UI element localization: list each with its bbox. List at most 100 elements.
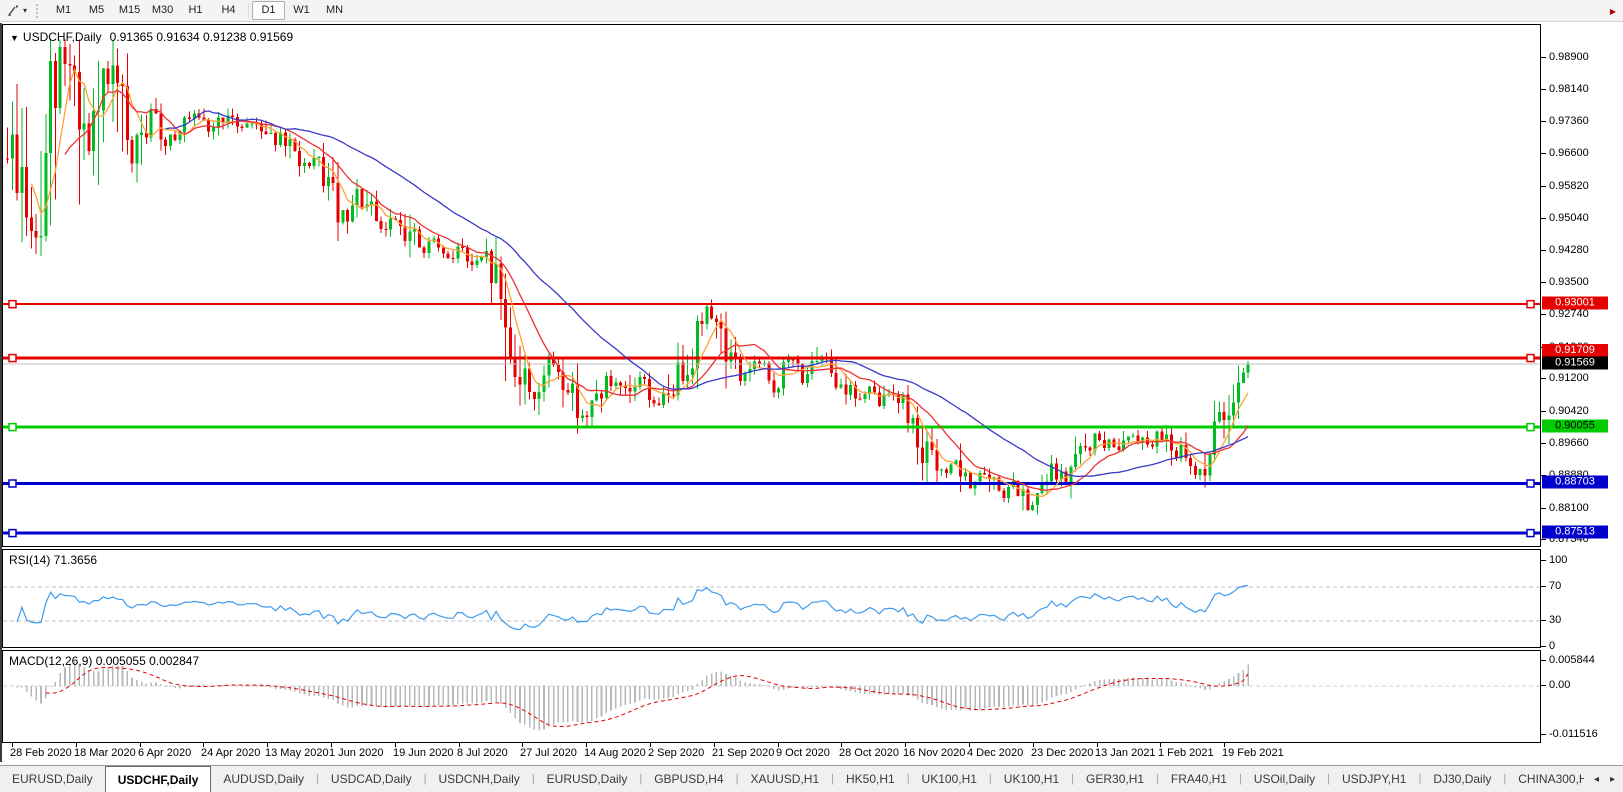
chart-tabs-bar: EURUSD,DailyUSDCHF,DailyAUDUSD,Daily|USD… <box>0 765 1623 792</box>
chart-tab-eurusd-daily[interactable]: EURUSD,Daily <box>535 766 640 792</box>
timeframe-button-m30[interactable]: M30 <box>146 1 179 20</box>
date-tick: 16 Nov 2020 <box>903 747 965 759</box>
date-tick: 19 Feb 2021 <box>1222 747 1284 759</box>
toolbar-separator <box>248 3 249 18</box>
date-tick: 27 Jul 2020 <box>520 747 577 759</box>
date-tick: 14 Aug 2020 <box>584 747 646 759</box>
price-tick: 0.92740 <box>1549 308 1589 320</box>
macd-tick: 0.00 <box>1549 679 1570 691</box>
chart-tab-ger30-h1[interactable]: GER30,H1 <box>1074 766 1156 792</box>
chart-tab-usdcad-daily[interactable]: USDCAD,Daily <box>319 766 424 792</box>
macd-tick: 0.005844 <box>1549 654 1595 666</box>
date-tick: 23 Dec 2020 <box>1031 747 1093 759</box>
chart-tab-xauusd-h1[interactable]: XAUUSD,H1 <box>738 766 831 792</box>
date-tick: 13 Jan 2021 <box>1095 747 1156 759</box>
timeframe-button-w1[interactable]: W1 <box>285 1 318 20</box>
timeframe-button-m15[interactable]: M15 <box>113 1 146 20</box>
toolbar-grip[interactable] <box>36 4 38 18</box>
chart-tab-usdchf-daily[interactable]: USDCHF,Daily <box>105 766 212 792</box>
chart-title: ▼USDCHF,Daily0.91365 0.91634 0.91238 0.9… <box>10 30 293 44</box>
chart-tab-uk100-h1[interactable]: UK100,H1 <box>910 766 989 792</box>
price-tick: 0.95040 <box>1549 212 1589 224</box>
trading-terminal: ▾ M1M5M15M30H1H4D1W1MN ▶ ▼USDCHF,Daily0.… <box>0 0 1623 792</box>
rsi-tick: 0 <box>1549 640 1555 652</box>
date-tick: 4 Dec 2020 <box>967 747 1023 759</box>
price-level-badge: 0.88703 <box>1542 476 1608 489</box>
tabs-scroll-left-icon[interactable]: ◂ <box>1594 774 1599 785</box>
timeframe-button-d1[interactable]: D1 <box>252 1 285 20</box>
date-tick: 6 Apr 2020 <box>138 747 191 759</box>
date-tick: 9 Oct 2020 <box>776 747 830 759</box>
crosshair-tool-icon[interactable] <box>4 2 22 20</box>
price-tick: 0.91200 <box>1549 372 1589 384</box>
line-handle[interactable] <box>1527 530 1534 537</box>
chart-tab-usoil-daily[interactable]: USOil,Daily <box>1242 766 1327 792</box>
chart-tab-uk100-h1[interactable]: UK100,H1 <box>992 766 1071 792</box>
line-handle[interactable] <box>9 480 16 487</box>
timeframe-button-h4[interactable]: H4 <box>212 1 245 20</box>
macd-canvas[interactable] <box>3 651 1540 742</box>
date-tick: 2 Sep 2020 <box>648 747 704 759</box>
toolbar-overflow-icon[interactable]: ▶ <box>1610 8 1616 16</box>
price-tick: 0.96600 <box>1549 147 1589 159</box>
price-tick: 0.98900 <box>1549 51 1589 63</box>
macd-label: MACD(12,26,9) 0.005055 0.002847 <box>9 654 199 668</box>
tool-dropdown-caret[interactable]: ▾ <box>23 6 27 15</box>
chart-tab-dj30-daily[interactable]: DJ30,Daily <box>1421 766 1503 792</box>
date-tick: 28 Feb 2020 <box>10 747 72 759</box>
price-level-badge: 0.91709 <box>1542 344 1608 357</box>
price-chart-canvas[interactable] <box>3 25 1540 546</box>
rsi-canvas[interactable] <box>3 550 1540 647</box>
chart-tab-hk50-h1[interactable]: HK50,H1 <box>834 766 907 792</box>
rsi-tick: 100 <box>1549 554 1567 566</box>
timeframe-button-m5[interactable]: M5 <box>80 1 113 20</box>
chart-tab-audusd-daily[interactable]: AUDUSD,Daily <box>211 766 316 792</box>
chart-tab-usdjpy-h1[interactable]: USDJPY,H1 <box>1330 766 1418 792</box>
chart-tab-usdcnh-daily[interactable]: USDCNH,Daily <box>426 766 531 792</box>
chart-tab-fra40-h1[interactable]: FRA40,H1 <box>1159 766 1239 792</box>
date-axis: 28 Feb 202018 Mar 20206 Apr 2020 24 Apr 2… <box>2 743 1541 761</box>
timeframe-buttons: M1M5M15M30H1H4 D1W1MN <box>47 0 351 21</box>
date-tick: 8 Jul 2020 <box>457 747 508 759</box>
date-tick: 24 Apr 2020 <box>201 747 260 759</box>
ma-mid-line <box>65 90 1248 490</box>
price-level-badge: 0.93001 <box>1542 297 1608 310</box>
macd-panel: MACD(12,26,9) 0.005055 0.002847 <box>2 650 1541 743</box>
tabs-scroll-right-icon[interactable]: ▸ <box>1610 774 1615 785</box>
rsi-label: RSI(14) 71.3656 <box>9 553 97 567</box>
collapse-caret-icon[interactable]: ▼ <box>10 33 19 43</box>
date-tick: 1 Jun 2020 <box>329 747 383 759</box>
line-handle[interactable] <box>9 301 16 308</box>
price-tick: 0.97360 <box>1549 115 1589 127</box>
line-handle[interactable] <box>1527 480 1534 487</box>
timeframe-button-h1[interactable]: H1 <box>179 1 212 20</box>
price-chart-panel: ▼USDCHF,Daily0.91365 0.91634 0.91238 0.9… <box>2 24 1541 547</box>
date-tick: 28 Oct 2020 <box>839 747 899 759</box>
line-handle[interactable] <box>9 355 16 362</box>
date-tick: 13 May 2020 <box>265 747 329 759</box>
price-tick: 0.95820 <box>1549 180 1589 192</box>
date-tick: 18 Mar 2020 <box>74 747 136 759</box>
price-tick: 0.89660 <box>1549 437 1589 449</box>
price-tick: 0.93500 <box>1549 276 1589 288</box>
line-handle[interactable] <box>1527 301 1534 308</box>
macd-tick: -0.011516 <box>1549 728 1598 740</box>
chart-tab-eurusd-daily[interactable]: EURUSD,Daily <box>0 766 105 792</box>
line-handle[interactable] <box>1527 424 1534 431</box>
line-handle[interactable] <box>9 424 16 431</box>
chart-tabs: EURUSD,DailyUSDCHF,DailyAUDUSD,Daily|USD… <box>0 766 1623 792</box>
price-axis: 0.989000.981400.973600.966000.958200.950… <box>1541 24 1623 761</box>
chart-ohlc-values: 0.91365 0.91634 0.91238 0.91569 <box>110 30 294 44</box>
tab-scroll-arrows: ◂ ▸ <box>1584 766 1623 792</box>
chart-tab-gbpusd-h4[interactable]: GBPUSD,H4 <box>642 766 735 792</box>
line-handle[interactable] <box>1527 355 1534 362</box>
macd-signal-line <box>46 667 1248 726</box>
rsi-line <box>17 586 1248 630</box>
timeframe-button-mn[interactable]: MN <box>318 1 351 20</box>
line-handle[interactable] <box>9 530 16 537</box>
price-level-badge: 0.90055 <box>1542 420 1608 433</box>
price-tick: 0.94280 <box>1549 244 1589 256</box>
rsi-tick: 70 <box>1549 580 1561 592</box>
timeframe-button-m1[interactable]: M1 <box>47 1 80 20</box>
timeframe-toolbar: ▾ M1M5M15M30H1H4 D1W1MN ▶ <box>0 0 1623 22</box>
